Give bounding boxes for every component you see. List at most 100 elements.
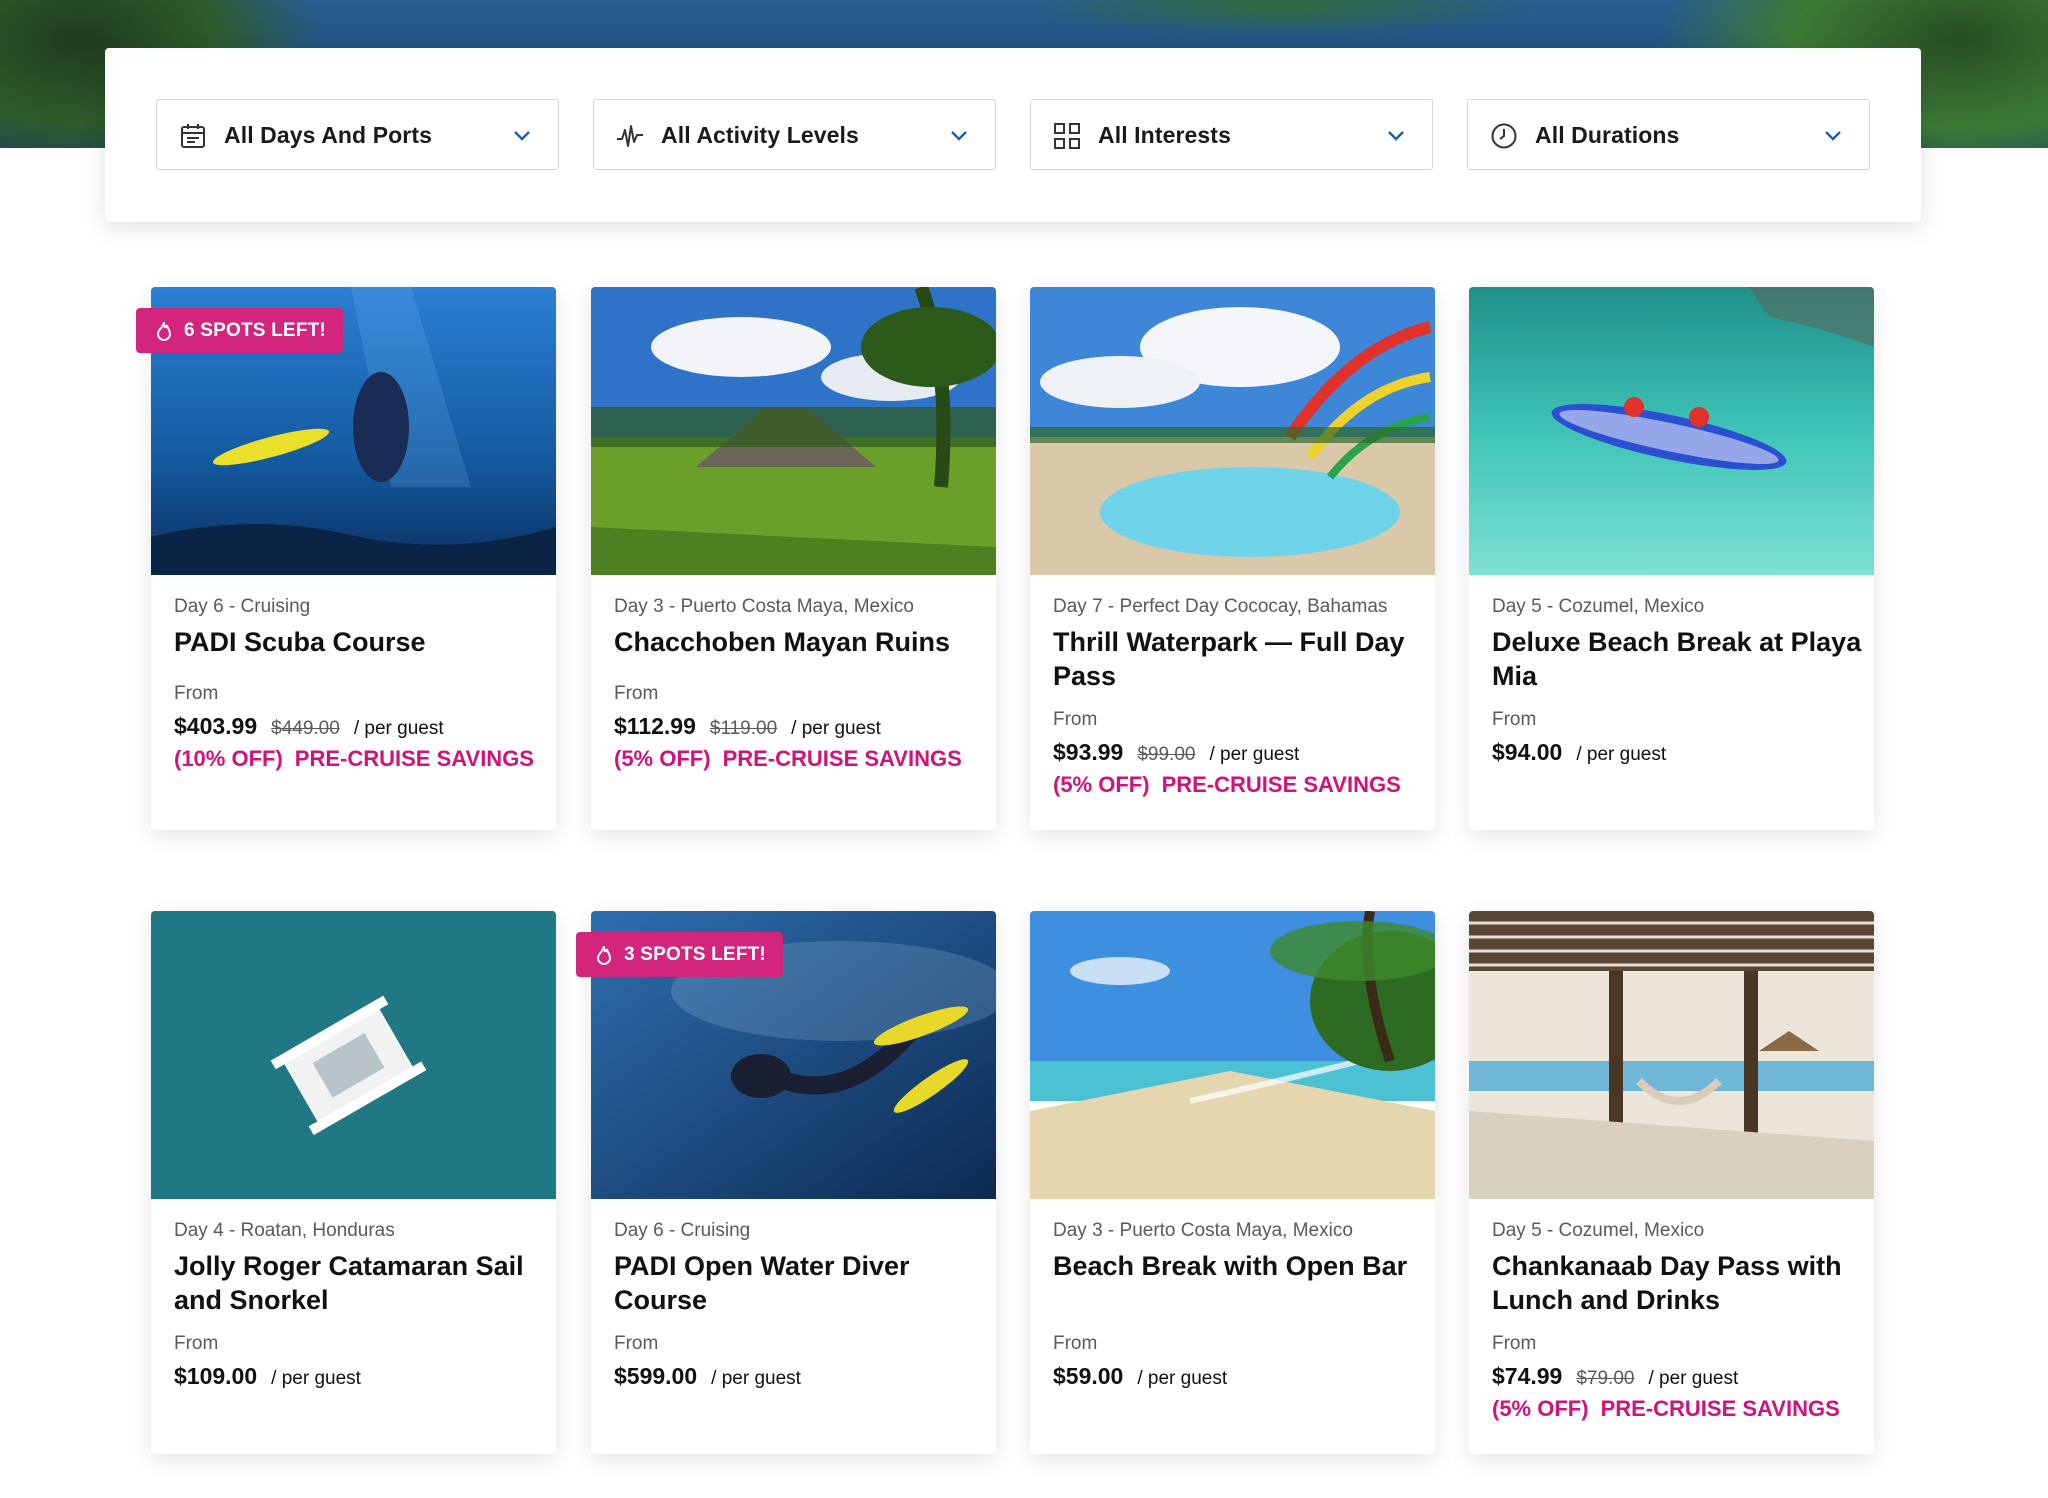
price-row: $109.00 / per guest: [174, 1363, 361, 1390]
excursion-card[interactable]: Day 5 - Cozumel, Mexico Deluxe Beach Bre…: [1469, 287, 1874, 830]
excursion-meta: Day 4 - Roatan, Honduras: [174, 1220, 395, 1241]
filter-label: All Days And Ports: [224, 122, 432, 148]
spots-left-badge: 6 SPOTS LEFT!: [136, 308, 343, 353]
from-label: From: [1053, 709, 1098, 730]
days-ports-filter[interactable]: All Days And Ports: [156, 99, 559, 170]
chevron-down-icon: [951, 131, 967, 141]
excursion-meta: Day 6 - Cruising: [174, 596, 311, 617]
pre-cruise-savings: (10% OFF) PRE-CRUISE SAVINGS: [174, 746, 534, 772]
filter-label: All Durations: [1535, 122, 1680, 148]
original-price: $449.00: [271, 718, 340, 739]
savings-label: PRE-CRUISE SAVINGS: [722, 746, 962, 771]
excursion-title: Chankanaab Day Pass with Lunch and Drink…: [1492, 1251, 1842, 1315]
excursion-meta: Day 3 - Puerto Costa Maya, Mexico: [614, 596, 914, 617]
discount-percent: (5% OFF): [614, 746, 711, 771]
excursion-card[interactable]: Day 5 - Cozumel, Mexico Chankanaab Day P…: [1469, 911, 1874, 1454]
badge-text: 3 SPOTS LEFT!: [624, 943, 766, 965]
fire-icon: [596, 945, 612, 965]
calendar-icon: [181, 124, 205, 148]
price: $59.00: [1053, 1363, 1124, 1389]
per-guest-label: / per guest: [1648, 1368, 1739, 1389]
price: $93.99: [1053, 739, 1124, 765]
from-label: From: [174, 683, 219, 704]
original-price: $79.00: [1576, 1368, 1635, 1389]
interests-filter[interactable]: All Interests: [1030, 99, 1433, 170]
per-guest-label: / per guest: [1137, 1368, 1228, 1389]
durations-filter[interactable]: All Durations: [1467, 99, 1870, 170]
badge-text: 6 SPOTS LEFT!: [184, 319, 326, 341]
from-label: From: [614, 683, 659, 704]
excursion-card[interactable]: Day 6 - Cruising PADI Scuba Course From …: [151, 287, 556, 830]
excursion-card[interactable]: Day 6 - Cruising PADI Open Water Diver C…: [591, 911, 996, 1454]
excursion-title: PADI Scuba Course: [174, 627, 426, 657]
price: $109.00: [174, 1363, 258, 1389]
price: $94.00: [1492, 739, 1563, 765]
excursion-card[interactable]: Day 4 - Roatan, Honduras Jolly Roger Cat…: [151, 911, 556, 1454]
excursion-photo: [1469, 911, 1874, 1199]
excursion-photo: [591, 287, 996, 575]
excursion-meta: Day 5 - Cozumel, Mexico: [1492, 1220, 1705, 1241]
price-row: $94.00 / per guest: [1492, 739, 1666, 766]
price: $599.00: [614, 1363, 698, 1389]
from-label: From: [614, 1333, 659, 1354]
savings-label: PRE-CRUISE SAVINGS: [1600, 1396, 1840, 1421]
excursion-title: Beach Break with Open Bar: [1053, 1251, 1408, 1281]
excursion-meta: Day 3 - Puerto Costa Maya, Mexico: [1053, 1220, 1353, 1241]
price-row: $93.99 $99.00 / per guest: [1053, 739, 1299, 766]
per-guest-label: / per guest: [271, 1368, 361, 1389]
per-guest-label: / per guest: [1209, 744, 1300, 765]
chevron-down-icon: [1388, 131, 1404, 141]
per-guest-label: / per guest: [1576, 744, 1667, 765]
excursion-photo: [1030, 911, 1435, 1199]
pre-cruise-savings: (5% OFF) PRE-CRUISE SAVINGS: [614, 746, 962, 772]
price: $403.99: [174, 713, 258, 739]
pre-cruise-savings: (5% OFF) PRE-CRUISE SAVINGS: [1053, 772, 1401, 798]
excursion-photo: [1469, 287, 1874, 575]
excursion-title: Chacchoben Mayan Ruins: [614, 627, 951, 657]
from-label: From: [1053, 1333, 1098, 1354]
per-guest-label: / per guest: [353, 718, 444, 739]
from-label: From: [1492, 1333, 1537, 1354]
excursion-title: Deluxe Beach Break at Playa Mia: [1492, 627, 1862, 691]
original-price: $99.00: [1137, 744, 1196, 765]
discount-percent: (10% OFF): [174, 746, 283, 771]
excursion-card[interactable]: Day 7 - Perfect Day Cococay, Bahamas Thr…: [1030, 287, 1435, 830]
excursion-meta: Day 6 - Cruising: [614, 1220, 751, 1241]
price-row: $112.99 $119.00 / per guest: [614, 713, 881, 740]
per-guest-label: / per guest: [711, 1368, 801, 1389]
from-label: From: [1492, 709, 1537, 730]
filter-panel: All Days And Ports All Activity Levels A…: [105, 48, 1921, 222]
savings-label: PRE-CRUISE SAVINGS: [294, 746, 534, 771]
chevron-down-icon: [1825, 131, 1841, 141]
discount-percent: (5% OFF): [1492, 1396, 1589, 1421]
excursion-title: Thrill Waterpark — Full Day Pass: [1053, 627, 1405, 691]
fire-icon: [156, 321, 172, 341]
excursion-photo: [1030, 287, 1435, 575]
price-row: $403.99 $449.00 / per guest: [174, 713, 444, 740]
excursion-title: Jolly Roger Catamaran Sail and Snorkel: [174, 1251, 524, 1315]
excursion-meta: Day 5 - Cozumel, Mexico: [1492, 596, 1705, 617]
filter-label: All Activity Levels: [661, 122, 859, 148]
savings-label: PRE-CRUISE SAVINGS: [1161, 772, 1401, 797]
per-guest-label: / per guest: [791, 718, 881, 739]
pre-cruise-savings: (5% OFF) PRE-CRUISE SAVINGS: [1492, 1396, 1840, 1422]
from-label: From: [174, 1333, 219, 1354]
price: $74.99: [1492, 1363, 1563, 1389]
price-row: $599.00 / per guest: [614, 1363, 801, 1390]
excursion-photo: [151, 911, 556, 1199]
excursion-card[interactable]: Day 3 - Puerto Costa Maya, Mexico Beach …: [1030, 911, 1435, 1454]
discount-percent: (5% OFF): [1053, 772, 1150, 797]
activity-icon: [617, 125, 643, 147]
filter-label: All Interests: [1098, 122, 1231, 148]
activity-levels-filter[interactable]: All Activity Levels: [593, 99, 996, 170]
price-row: $74.99 $79.00 / per guest: [1492, 1363, 1738, 1390]
original-price: $119.00: [709, 718, 778, 739]
price-row: $59.00 / per guest: [1053, 1363, 1227, 1390]
excursion-title: PADI Open Water Diver Course: [614, 1251, 910, 1315]
excursion-card[interactable]: Day 3 - Puerto Costa Maya, Mexico Chacch…: [591, 287, 996, 830]
spots-left-badge: 3 SPOTS LEFT!: [576, 932, 783, 977]
chevron-down-icon: [514, 131, 530, 141]
clock-icon: [1491, 123, 1517, 149]
price: $112.99: [614, 713, 696, 739]
excursion-meta: Day 7 - Perfect Day Cococay, Bahamas: [1053, 596, 1388, 617]
